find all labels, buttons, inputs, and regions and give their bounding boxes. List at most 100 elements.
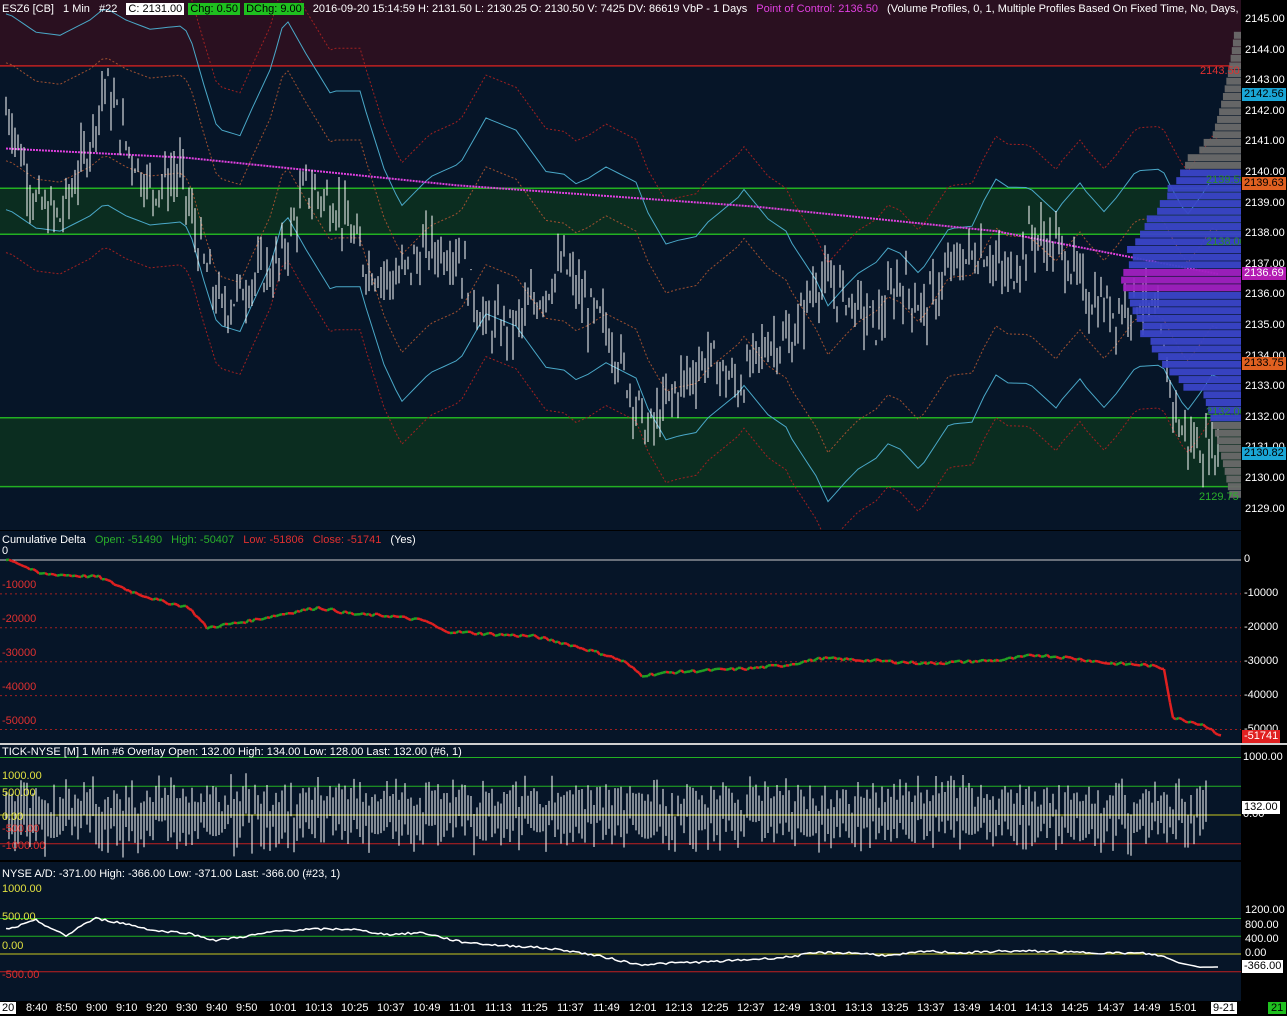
delta-segment	[197, 616, 202, 622]
delta-segment	[764, 664, 769, 670]
delta-segment	[443, 629, 448, 634]
time-tick: 12:01	[629, 1002, 657, 1014]
delta-segment	[221, 622, 226, 626]
delta-segment	[68, 573, 73, 578]
delta-segment	[1070, 656, 1075, 661]
delta-segment	[1157, 666, 1162, 670]
delta-segment	[932, 661, 937, 666]
delta-segment	[428, 621, 433, 625]
delta-segment	[503, 633, 508, 637]
delta-flag: (Yes)	[390, 534, 416, 546]
delta-header: Cumulative Delta Open: -51490 High: -504…	[2, 534, 422, 546]
delta-segment	[590, 648, 595, 653]
volume-profile-bar	[1158, 353, 1241, 361]
time-tick: 10:01	[269, 1002, 297, 1014]
price-axis-tick: 2132.00	[1245, 410, 1285, 423]
time-tick: 13:25	[881, 1002, 909, 1014]
delta-segment	[557, 640, 562, 646]
delta-segment	[1124, 662, 1129, 666]
delta-segment	[983, 658, 988, 663]
delta-segment	[938, 661, 943, 666]
delta-segment	[611, 655, 616, 660]
volume-profile-bar	[1226, 77, 1241, 85]
delta-segment	[1214, 731, 1219, 736]
delta-segment	[527, 634, 532, 638]
price-tag: 2133.75	[1242, 357, 1286, 371]
ad-pane[interactable]: NYSE A/D: -371.00 High: -366.00 Low: -37…	[0, 862, 1241, 1001]
time-tick: 9:40	[206, 1002, 228, 1014]
delta-segment	[20, 563, 25, 568]
time-edge-right: 9-21	[1211, 1002, 1238, 1014]
delta-segment	[1205, 726, 1210, 730]
tick-chart[interactable]	[0, 745, 1241, 860]
ad-tag: -366.00	[1242, 959, 1284, 973]
delta-segment	[992, 658, 997, 663]
level-label: 2139.50	[1206, 174, 1246, 186]
ad-left-label: 0.00	[2, 940, 24, 952]
delta-segment	[437, 626, 442, 630]
volume-profile-bar	[1219, 444, 1241, 452]
delta-segment	[92, 574, 97, 579]
delta-segment	[788, 663, 793, 667]
price-axis-tick: 2144.00	[1245, 43, 1285, 56]
price-pane[interactable]: ESZ6 [CB] 1 Min #22 C: 2131.00 Chg: 0.50…	[0, 0, 1260, 530]
delta-segment	[1154, 664, 1159, 669]
delta-segment	[140, 594, 145, 598]
delta-segment	[1148, 663, 1153, 668]
delta-segment	[953, 659, 958, 664]
volume-profile-bar	[1212, 131, 1241, 139]
cumulative-delta-chart[interactable]	[0, 531, 1241, 743]
delta-segment	[245, 618, 250, 624]
delta-segment	[500, 632, 505, 637]
delta-segment	[1064, 655, 1069, 659]
delta-segment	[1022, 654, 1027, 658]
tick-axis[interactable]: 1000.000.00-1000.00132.00	[1241, 745, 1287, 878]
delta-segment	[263, 616, 268, 620]
ad-left-label: 500.00	[2, 911, 36, 923]
delta-segment	[935, 661, 940, 666]
time-tick: 9:30	[176, 1002, 198, 1014]
delta-segment	[1058, 656, 1063, 660]
ad-chart[interactable]	[0, 862, 1241, 1001]
delta-segment	[152, 597, 157, 601]
delta-segment	[383, 614, 388, 618]
time-tick: 14:37	[1097, 1002, 1125, 1014]
delta-segment	[1175, 716, 1180, 721]
price-axis-tick: 2130.00	[1245, 472, 1285, 484]
time-axis[interactable]: 20 9-21 21 8:40 8:50 9:00 9:10 9:20 9:30 9:40 9…	[0, 1001, 1287, 1016]
delta-segment	[1082, 659, 1087, 663]
delta-segment	[515, 634, 520, 638]
delta-segment	[1217, 733, 1222, 737]
time-tick: 13:37	[917, 1002, 945, 1014]
interval-label: 1 Min	[63, 3, 90, 15]
delta-segment	[653, 673, 658, 677]
ad-axis[interactable]: 1200.00 800.00 400.00 0.00 -366.00	[1241, 862, 1287, 1001]
delta-segment	[800, 660, 805, 665]
delta-segment	[275, 613, 280, 618]
delta-segment	[122, 586, 127, 592]
delta-segment	[1001, 658, 1006, 662]
delta-segment	[722, 667, 727, 671]
delta-segment	[683, 670, 688, 674]
cumulative-delta-pane[interactable]: Cumulative Delta Open: -51490 High: -504…	[0, 531, 1241, 743]
delta-segment	[629, 665, 634, 669]
delta-segment	[392, 614, 397, 618]
price-chart[interactable]	[0, 0, 1241, 530]
delta-axis[interactable]: 0 -10000 -20000 -30000 -40000 -50000 -51741	[1241, 531, 1287, 744]
price-axis-tick: 2138.00	[1245, 227, 1285, 240]
delta-segment	[380, 614, 385, 618]
delta-segment	[344, 610, 349, 615]
delta-segment	[1091, 659, 1096, 664]
delta-segment	[314, 605, 319, 611]
delta-axis-tick: -20000	[1244, 620, 1279, 633]
delta-segment	[137, 592, 142, 597]
price-axis[interactable]: 2145.00 2144.00 2143.00 2142.00 2141.00 2140.…	[1241, 0, 1287, 530]
delta-segment	[1187, 720, 1192, 724]
delta-segment	[338, 611, 343, 615]
tick-pane[interactable]: TICK-NYSE [M] 1 Min #6 Overlay Open: 132…	[0, 745, 1241, 860]
delta-segment	[1103, 661, 1108, 665]
delta-segment	[521, 633, 526, 637]
value-band	[0, 417, 1241, 487]
delta-segment	[47, 572, 52, 576]
dchg-box: DChg: 9.00	[244, 3, 304, 15]
